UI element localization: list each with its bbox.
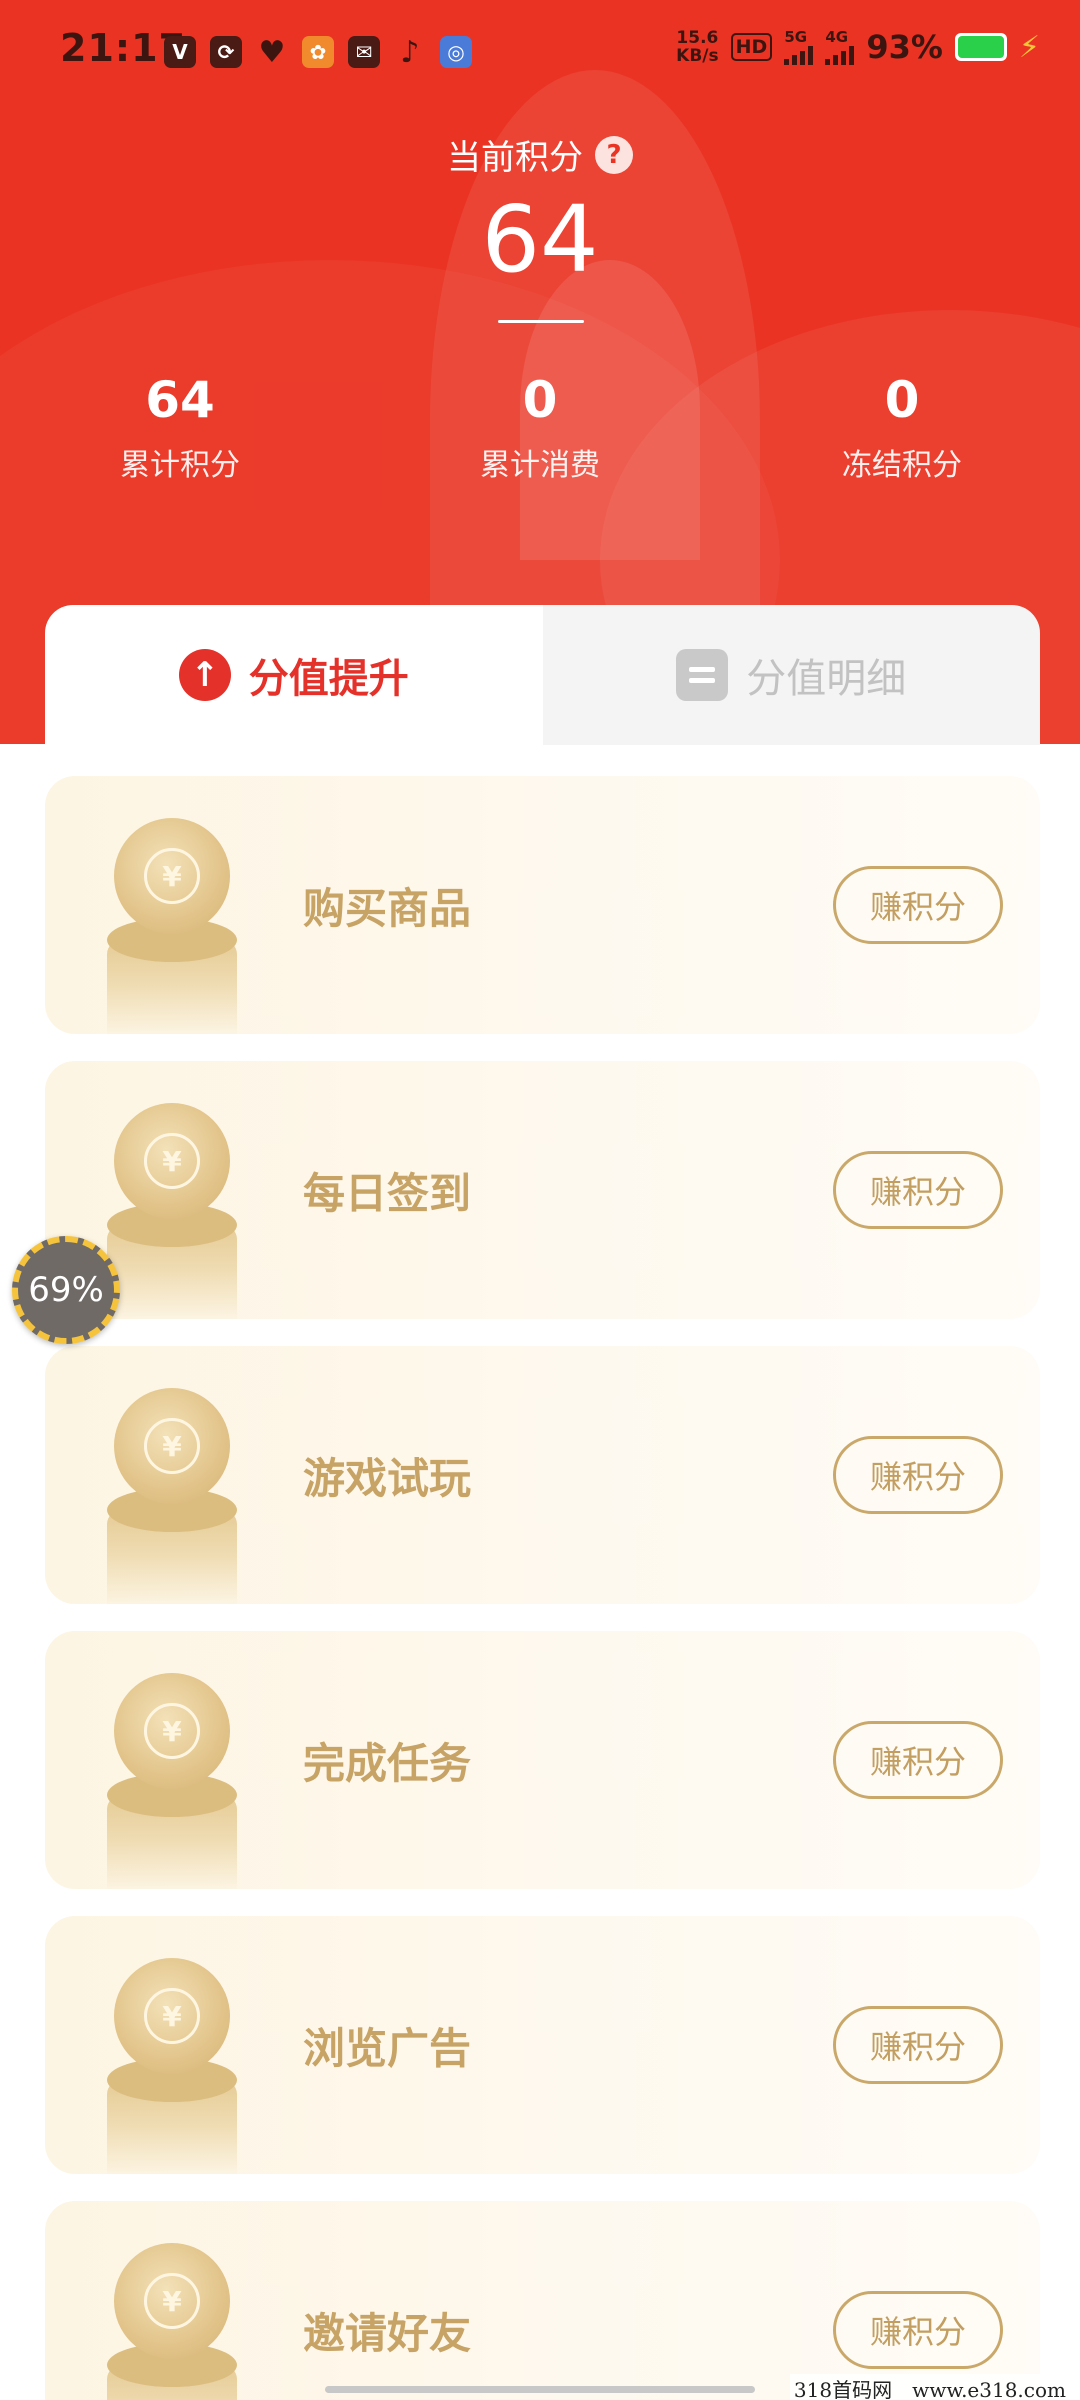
coin-stack-icon: ¥ (107, 1631, 237, 1889)
coin-symbol: ¥ (144, 848, 200, 904)
stat-frozen-points: 0 冻结积分 (772, 370, 1032, 484)
mail-app-icon: ✉ (348, 36, 380, 68)
earn-points-button[interactable]: 赚积分 (833, 866, 1003, 944)
points-underline (498, 320, 584, 323)
item-title: 游戏试玩 (303, 1453, 472, 1503)
list-doc-icon (676, 649, 729, 701)
coin-stack-icon: ¥ (107, 2201, 237, 2400)
item-title: 邀请好友 (303, 2308, 472, 2358)
coin-stack-icon: ¥ (107, 1916, 237, 2174)
list-item: ¥ 购买商品 赚积分 (45, 776, 1040, 1034)
earn-points-button[interactable]: 赚积分 (833, 2291, 1003, 2369)
item-title: 购买商品 (303, 883, 472, 933)
earn-points-list: ¥ 购买商品 赚积分 ¥ 每日签到 赚积分 ¥ 游戏试玩 赚积分 ¥ 完成任务 … (45, 776, 1040, 2400)
item-title: 完成任务 (303, 1738, 472, 1788)
net-speed: 15.6 KB/s (676, 29, 718, 65)
current-points-value: 64 (481, 186, 599, 293)
net-speed-unit: KB/s (676, 46, 719, 66)
tab-label: 分值提升 (248, 656, 409, 702)
signal-4g-icon: 4G (825, 27, 855, 65)
item-title: 每日签到 (303, 1168, 472, 1218)
earn-points-button[interactable]: 赚积分 (833, 1436, 1003, 1514)
tab-points-detail[interactable]: 分值明细 (542, 605, 1040, 745)
stat-value: 64 (145, 371, 215, 429)
stat-label: 累计积分 (120, 448, 240, 483)
points-tabs: ↑ 分值提升 分值明细 (45, 605, 1040, 745)
stat-label: 冻结积分 (842, 448, 962, 483)
list-item: ¥ 邀请好友 赚积分 (45, 2201, 1040, 2400)
help-icon[interactable]: ? (595, 135, 633, 174)
points-title-row: 当前积分 ? (0, 130, 1080, 179)
video-app-icon: V (164, 36, 196, 68)
earn-points-button[interactable]: 赚积分 (833, 2006, 1003, 2084)
battery-icon (954, 33, 1007, 61)
coin-symbol: ¥ (144, 1703, 200, 1759)
signal-5g-label: 5G (784, 27, 808, 46)
charging-bolt-icon: ⚡ (1018, 29, 1040, 65)
arrow-up-icon: ↑ (178, 649, 231, 701)
list-item: ¥ 完成任务 赚积分 (45, 1631, 1040, 1889)
hd-icon: HD (730, 33, 773, 61)
tab-label: 分值明细 (746, 656, 907, 702)
list-item: ¥ 每日签到 赚积分 (45, 1061, 1040, 1319)
tiktok-icon: ♪ (400, 34, 420, 70)
home-indicator[interactable] (325, 2386, 755, 2393)
battery-percent: 93% (866, 28, 943, 66)
stat-value: 0 (884, 371, 920, 429)
watermark: 318首码网 www.e318.com (789, 2374, 1070, 2400)
coin-symbol: ¥ (144, 1418, 200, 1474)
signal-5g-icon: 5G (784, 27, 814, 65)
coin-stack-icon: ¥ (107, 776, 237, 1034)
signal-4g-label: 4G (825, 27, 849, 46)
points-title: 当前积分 (447, 138, 583, 178)
coin-stack-icon: ¥ (107, 1061, 237, 1319)
coin-symbol: ¥ (144, 1133, 200, 1189)
status-right-group: 15.6 KB/s HD 5G 4G 93% ⚡ (676, 28, 1040, 66)
notification-icons: V ⟳ ♥ ✿ ✉ ♪ ◎ (164, 34, 472, 70)
coin-stack-icon: ¥ (107, 1346, 237, 1604)
stat-value: 0 (522, 371, 558, 429)
item-title: 浏览广告 (303, 2023, 472, 2073)
floating-progress-bubble[interactable]: 69% (12, 1236, 120, 1344)
shield-app-icon: ♥ (258, 34, 286, 70)
list-item: ¥ 浏览广告 赚积分 (45, 1916, 1040, 2174)
stat-total-points: 64 累计积分 (50, 370, 310, 484)
tab-points-boost[interactable]: ↑ 分值提升 (45, 605, 543, 745)
refresh-app-icon: ⟳ (210, 36, 242, 68)
browser-app-icon: ◎ (440, 36, 472, 68)
coin-symbol: ¥ (144, 2273, 200, 2329)
earn-points-button[interactable]: 赚积分 (833, 1151, 1003, 1229)
earn-points-button[interactable]: 赚积分 (833, 1721, 1003, 1799)
status-bar: 21:17 V ⟳ ♥ ✿ ✉ ♪ ◎ 15.6 KB/s HD 5G 4G 9… (0, 0, 1080, 104)
points-page: 21:17 V ⟳ ♥ ✿ ✉ ♪ ◎ 15.6 KB/s HD 5G 4G 9… (0, 0, 1080, 2400)
net-speed-value: 15.6 (676, 28, 719, 48)
stat-label: 累计消费 (480, 448, 600, 483)
orange-app-icon: ✿ (302, 36, 334, 68)
coin-symbol: ¥ (144, 1988, 200, 2044)
stat-total-spent: 0 累计消费 (410, 370, 670, 484)
list-item: ¥ 游戏试玩 赚积分 (45, 1346, 1040, 1604)
